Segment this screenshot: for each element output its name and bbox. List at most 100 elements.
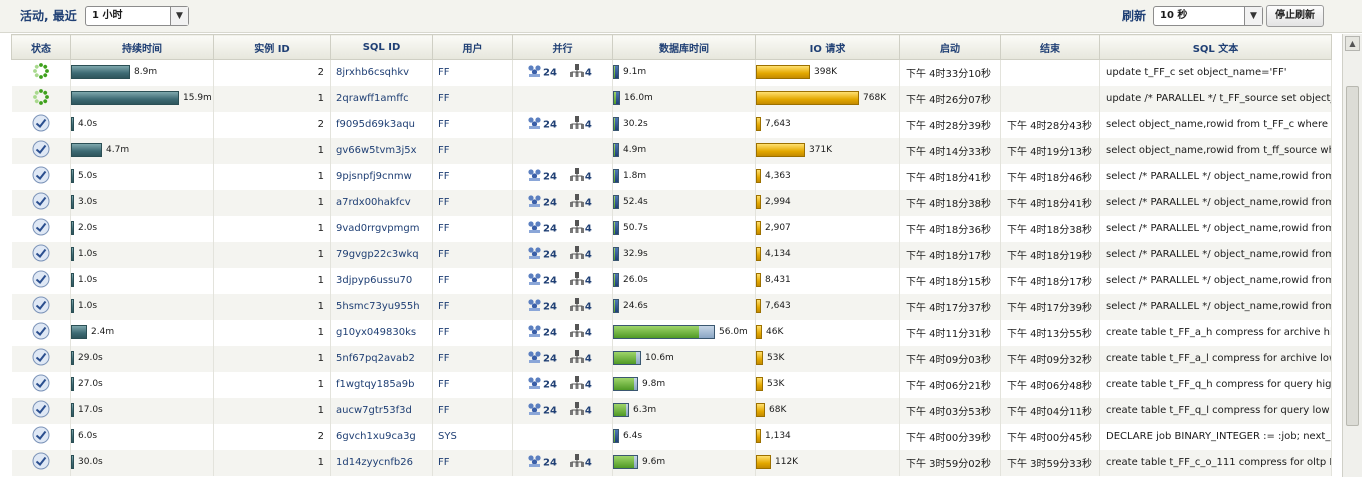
table-row[interactable]: 27.0s 1 f1wgtqy185a9b FF 24 4 9.8m 53K 下午 4时06分2…: [11, 371, 1332, 398]
parallel-servers[interactable]: 24: [527, 402, 557, 419]
sql-id-link[interactable]: 1d14zyycnfb26: [330, 449, 433, 476]
sql-text[interactable]: select /* PARALLEL */ object_name,rowid …: [1099, 241, 1332, 268]
wait-segment: [633, 377, 637, 390]
table-row[interactable]: 1.0s 1 5hsmc73yu955h FF 24 4 24.6s 7,643 下午 4时17…: [11, 293, 1332, 320]
col-sql-id[interactable]: SQL ID: [330, 34, 433, 60]
parallel-instances[interactable]: 4: [569, 194, 592, 211]
table-row[interactable]: 5.0s 1 9pjsnpfj9cnmw FF 24 4 1.8m 4,363 下午 4时18分…: [11, 163, 1332, 190]
sql-text[interactable]: select /* PARALLEL */ object_name,rowid …: [1099, 267, 1332, 294]
col-end[interactable]: 结束: [1000, 34, 1100, 60]
table-row[interactable]: 4.7m 1 gv66w5tvm3j5x FF 4.9m 371K 下午 4时14分33秒下…: [11, 137, 1332, 164]
parallel-instances[interactable]: 4: [569, 454, 592, 471]
chevron-down-icon[interactable]: ▼: [170, 7, 188, 25]
parallel-servers[interactable]: 24: [527, 272, 557, 289]
vertical-scrollbar[interactable]: ▲: [1342, 34, 1362, 477]
sql-text[interactable]: create table t_FF_q_l compress for query…: [1099, 397, 1332, 424]
sql-text[interactable]: select /* PARALLEL */ object_name,rowid …: [1099, 293, 1332, 320]
parallel-instances[interactable]: 4: [569, 272, 592, 289]
table-row[interactable]: 29.0s 1 5nf67pq2avab2 FF 24 4 10.6m 53K 下午 4时09分…: [11, 345, 1332, 372]
sql-id-link[interactable]: 79gvgp22c3wkq: [330, 241, 433, 268]
sql-id-link[interactable]: gv66w5tvm3j5x: [330, 137, 433, 164]
io-requests-cell: 2,994: [755, 189, 900, 216]
parallel-servers[interactable]: 24: [527, 324, 557, 341]
table-row[interactable]: 2.4m 1 g10yx049830ks FF 24 4 56.0m 46K 下午 4时11分3…: [11, 319, 1332, 346]
sql-text[interactable]: create table t_FF_a_h compress for archi…: [1099, 319, 1332, 346]
scroll-up-icon[interactable]: ▲: [1345, 36, 1360, 51]
parallel-instances[interactable]: 4: [569, 376, 592, 393]
table-row[interactable]: 1.0s 1 79gvgp22c3wkq FF 24 4 32.9s 4,134 下午 4时18…: [11, 241, 1332, 268]
sql-id-link[interactable]: aucw7gtr53f3d: [330, 397, 433, 424]
parallel-instances[interactable]: 4: [569, 350, 592, 367]
table-row[interactable]: 6.0s 2 6gvch1xu9ca3g SYS 6.4s 1,134 下午 4时00分39…: [11, 423, 1332, 450]
sql-id-link[interactable]: 6gvch1xu9ca3g: [330, 423, 433, 450]
sql-id-link[interactable]: 9vad0rrgvpmgm: [330, 215, 433, 242]
table-row[interactable]: 4.0s 2 f9095d69k3aqu FF 24 4 30.2s 7,643 下午 4时28…: [11, 111, 1332, 138]
refresh-interval-select[interactable]: 10 秒 ▼: [1153, 6, 1263, 26]
sql-text[interactable]: create table t_FF_q_h compress for query…: [1099, 371, 1332, 398]
col-status[interactable]: 状态: [11, 34, 71, 60]
parallel-servers[interactable]: 24: [527, 168, 557, 185]
sql-text[interactable]: create table t_FF_c_o_111 compress for o…: [1099, 449, 1332, 476]
parallel-instances[interactable]: 4: [569, 298, 592, 315]
col-parallel[interactable]: 并行: [512, 34, 613, 60]
parallel-servers[interactable]: 24: [527, 376, 557, 393]
sql-text[interactable]: DECLARE job BINARY_INTEGER := :job; next…: [1099, 423, 1332, 450]
sql-id-link[interactable]: 3djpyp6ussu70: [330, 267, 433, 294]
parallel-instances[interactable]: 4: [569, 116, 592, 133]
col-start[interactable]: 启动: [899, 34, 1001, 60]
sql-text[interactable]: select object_name,rowid from t_FF_c whe…: [1099, 111, 1332, 138]
parallel-servers[interactable]: 24: [527, 350, 557, 367]
chevron-down-icon[interactable]: ▼: [1244, 7, 1262, 25]
col-duration[interactable]: 持续时间: [70, 34, 214, 60]
parallel-servers[interactable]: 24: [527, 220, 557, 237]
sql-text[interactable]: select /* PARALLEL */ object_name,rowid …: [1099, 189, 1332, 216]
sql-text[interactable]: select /* PARALLEL */ object_name,rowid …: [1099, 215, 1332, 242]
col-sql-text[interactable]: SQL 文本: [1099, 34, 1332, 60]
db-time-bar: [613, 376, 638, 391]
parallel-instances[interactable]: 4: [569, 246, 592, 263]
instances-icon: [569, 168, 585, 185]
sql-text[interactable]: update /* PARALLEL */ t_FF_source set ob…: [1099, 85, 1332, 112]
sql-id-link[interactable]: a7rdx00hakfcv: [330, 189, 433, 216]
sql-text[interactable]: select /* PARALLEL */ object_name,rowid …: [1099, 163, 1332, 190]
scroll-thumb[interactable]: [1346, 86, 1359, 426]
col-io-requests[interactable]: IO 请求: [755, 34, 900, 60]
col-instance-id[interactable]: 实例 ID: [213, 34, 331, 60]
col-user[interactable]: 用户: [432, 34, 513, 60]
parallel-servers[interactable]: 24: [527, 454, 557, 471]
table-row[interactable]: 3.0s 1 a7rdx00hakfcv FF 24 4 52.4s 2,994 下午 4时18…: [11, 189, 1332, 216]
sql-id-link[interactable]: f1wgtqy185a9b: [330, 371, 433, 398]
table-row[interactable]: 17.0s 1 aucw7gtr53f3d FF 24 4 6.3m 68K 下午 4时03分5…: [11, 397, 1332, 424]
parallel-servers[interactable]: 24: [527, 194, 557, 211]
col-db-time[interactable]: 数据库时间: [612, 34, 756, 60]
table-row[interactable]: 1.0s 1 3djpyp6ussu70 FF 24 4 26.0s 8,431 下午 4时18…: [11, 267, 1332, 294]
table-row[interactable]: 30.0s 1 1d14zyycnfb26 FF 24 4 9.6m 112K 下午 3时59分…: [11, 449, 1332, 476]
parallel-instances[interactable]: 4: [569, 64, 592, 81]
sql-id-link[interactable]: 9pjsnpfj9cnmw: [330, 163, 433, 190]
sql-text[interactable]: create table t_FF_a_l compress for archi…: [1099, 345, 1332, 372]
parallel-servers-count: 24: [543, 119, 557, 131]
sql-id-link[interactable]: f9095d69k3aqu: [330, 111, 433, 138]
sql-id-link[interactable]: 2qrawff1amffc: [330, 85, 433, 112]
parallel-servers[interactable]: 24: [527, 116, 557, 133]
sql-id-link[interactable]: 5nf67pq2avab2: [330, 345, 433, 372]
parallel-instances[interactable]: 4: [569, 402, 592, 419]
parallel-cell: 24 4: [512, 449, 613, 476]
stop-refresh-button[interactable]: 停止刷新: [1266, 5, 1324, 27]
parallel-servers[interactable]: 24: [527, 246, 557, 263]
parallel-instances[interactable]: 4: [569, 324, 592, 341]
instance-id: 1: [213, 345, 331, 372]
table-row[interactable]: 2.0s 1 9vad0rrgvpmgm FF 24 4 50.7s 2,907 下午 4时18…: [11, 215, 1332, 242]
sql-id-link[interactable]: 5hsmc73yu955h: [330, 293, 433, 320]
table-row[interactable]: 15.9m 1 2qrawff1amffc FF 16.0m 768K 下午 4时26分07…: [11, 85, 1332, 112]
sql-id-link[interactable]: g10yx049830ks: [330, 319, 433, 346]
parallel-instances[interactable]: 4: [569, 168, 592, 185]
sql-text[interactable]: update t_FF_c set object_name='FF': [1099, 59, 1332, 86]
sql-id-link[interactable]: 8jrxhb6csqhkv: [330, 59, 433, 86]
parallel-instances[interactable]: 4: [569, 220, 592, 237]
parallel-servers[interactable]: 24: [527, 64, 557, 81]
sql-text[interactable]: select object_name,rowid from t_ff_sourc…: [1099, 137, 1332, 164]
table-row[interactable]: 8.9m 2 8jrxhb6csqhkv FF 24 4 9.1m 398K 下午 4时33分1…: [11, 59, 1332, 86]
period-select[interactable]: 1 小时 ▼: [85, 6, 189, 26]
parallel-servers[interactable]: 24: [527, 298, 557, 315]
